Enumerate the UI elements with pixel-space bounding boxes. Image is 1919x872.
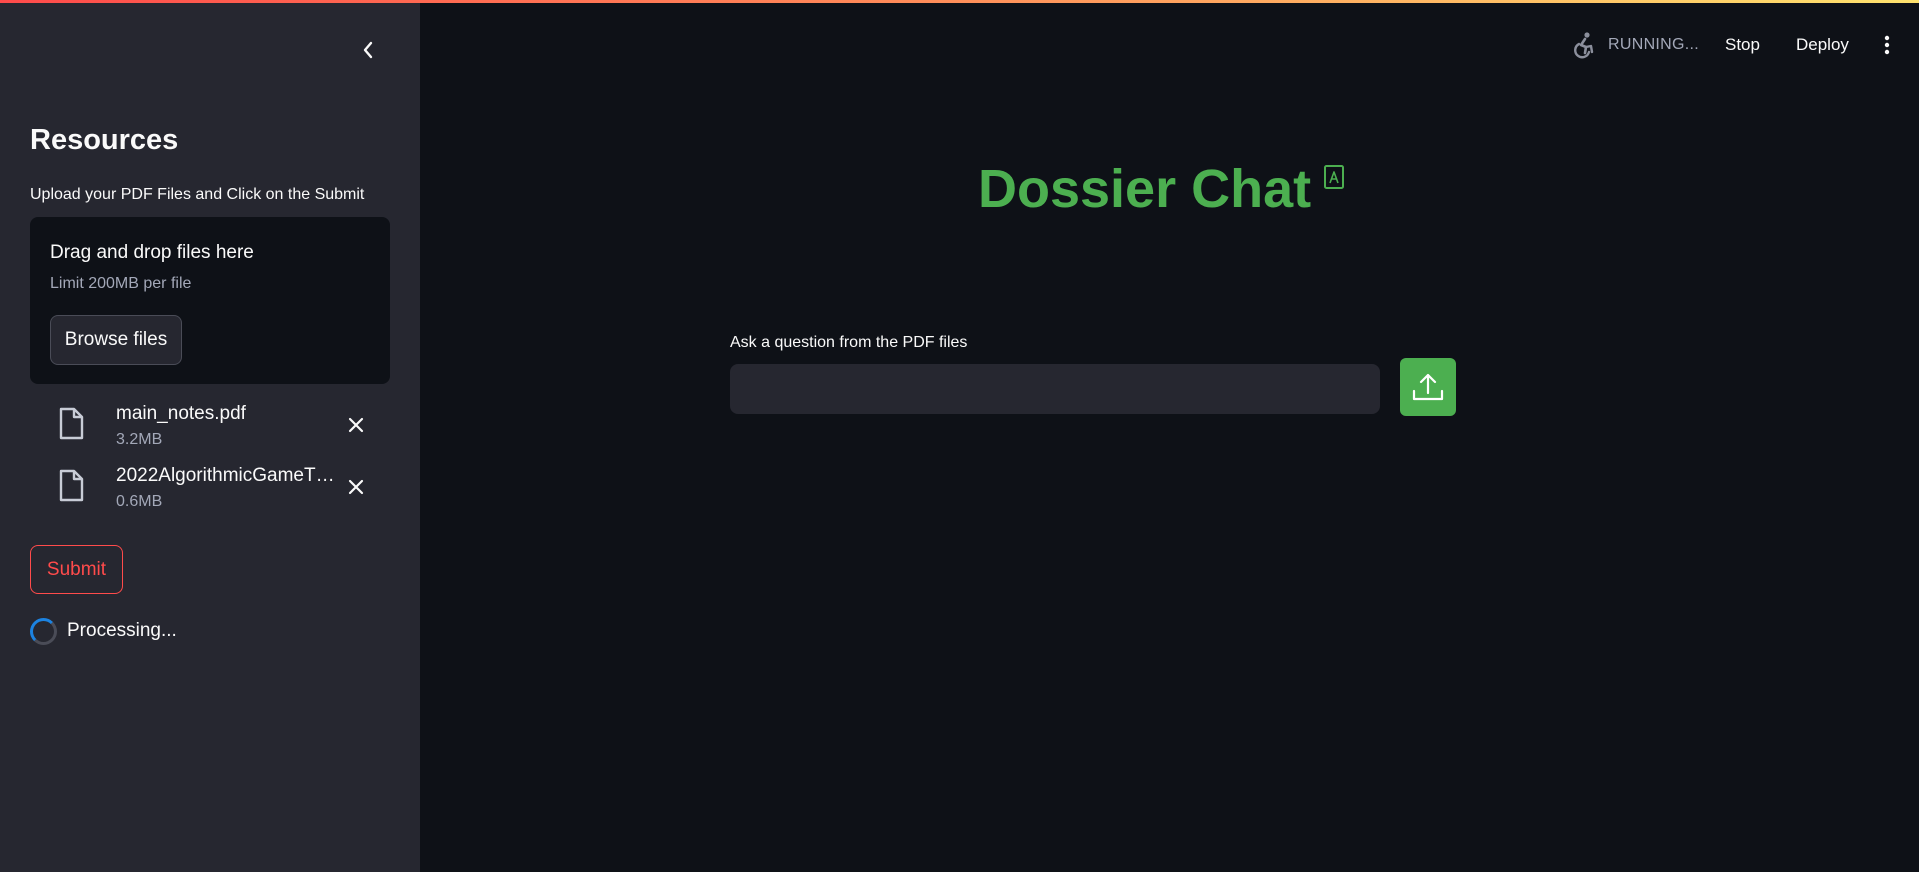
file-icon	[59, 407, 84, 440]
stop-button[interactable]: Stop	[1725, 35, 1760, 55]
processing-label: Processing...	[67, 620, 177, 641]
upload-icon	[1412, 373, 1444, 401]
app-header: RUNNING... Stop Deploy	[1570, 28, 1897, 62]
dropzone-limit: Limit 200MB per file	[50, 275, 192, 292]
close-icon	[348, 417, 364, 433]
main-menu-button[interactable]	[1877, 31, 1897, 59]
more-vertical-icon	[1884, 35, 1890, 55]
page-title-container: Dossier Chat	[978, 158, 1345, 220]
collapse-sidebar-button[interactable]	[354, 36, 382, 64]
file-size: 3.2MB	[116, 431, 163, 448]
top-progress-decoration	[0, 0, 1919, 3]
file-name: 2022AlgorithmicGameTh…	[116, 465, 342, 486]
close-icon	[348, 479, 364, 495]
sidebar: Resources Upload your PDF Files and Clic…	[0, 0, 420, 872]
file-size: 0.6MB	[116, 493, 163, 510]
loading-spinner-icon	[30, 617, 57, 645]
running-man-icon	[1574, 32, 1594, 59]
question-input[interactable]	[730, 364, 1380, 414]
file-dropzone[interactable]: Drag and drop files here Limit 200MB per…	[30, 217, 390, 384]
chevron-left-icon	[363, 41, 373, 59]
pdf-file-icon	[1324, 165, 1345, 189]
page-title: Dossier Chat	[978, 159, 1312, 219]
processing-status: Processing...	[30, 617, 177, 645]
sidebar-title: Resources	[30, 124, 179, 156]
send-question-button[interactable]	[1400, 358, 1456, 416]
uploaded-file-item: 2022AlgorithmicGameTh… 0.6MB	[56, 465, 376, 515]
remove-file-button[interactable]	[344, 413, 368, 437]
dropzone-title: Drag and drop files here	[50, 242, 254, 263]
submit-button[interactable]: Submit	[30, 545, 123, 594]
sidebar-caption: Upload your PDF Files and Click on the S…	[30, 186, 365, 203]
question-label: Ask a question from the PDF files	[730, 334, 968, 351]
browse-files-button[interactable]: Browse files	[50, 315, 182, 365]
remove-file-button[interactable]	[344, 475, 368, 499]
file-icon	[59, 469, 84, 502]
deploy-button[interactable]: Deploy	[1796, 35, 1849, 55]
uploaded-file-item: main_notes.pdf 3.2MB	[56, 403, 376, 453]
running-status: RUNNING...	[1608, 36, 1699, 53]
